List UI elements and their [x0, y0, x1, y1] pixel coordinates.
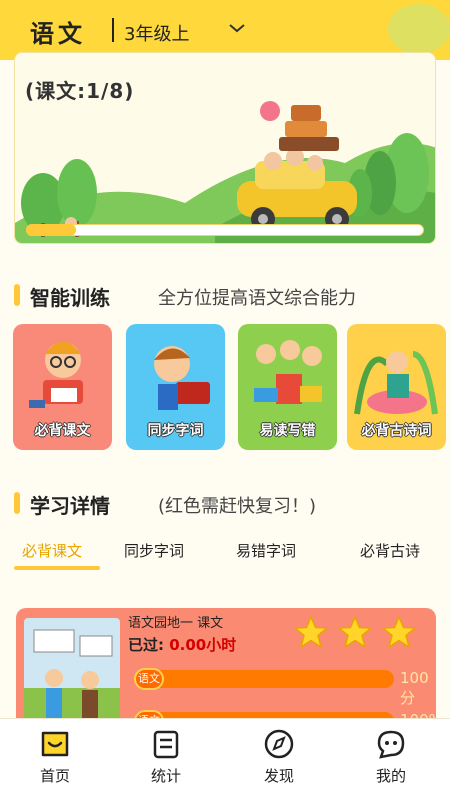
home-icon — [41, 731, 69, 757]
compass-icon — [264, 729, 294, 759]
nav-label: 统计 — [150, 767, 181, 785]
lesson-name: 语文园地一 课文 — [128, 616, 224, 631]
active-tab-indicator — [14, 566, 100, 570]
card-label: 必背古诗词 — [361, 423, 432, 439]
kids-reading-icon — [254, 340, 322, 404]
nav-label: 发现 — [263, 767, 294, 785]
score-bar-fill — [134, 670, 394, 688]
tab-recite-text[interactable]: 必背课文 — [22, 540, 82, 561]
lesson-progress-text: (课文:1/8) — [25, 79, 135, 103]
section-marker — [14, 492, 20, 514]
subject-badge: 语文 — [134, 668, 164, 690]
nav-home[interactable]: 首页 — [20, 729, 90, 786]
tab-sync-words[interactable]: 同步字词 — [124, 540, 184, 561]
card-recite-text[interactable]: 必背课文 — [13, 324, 112, 450]
nav-profile[interactable]: 我的 — [356, 729, 426, 786]
nav-stats[interactable]: 统计 — [131, 729, 201, 786]
passed-hours: 0.00小时 — [169, 636, 237, 654]
card-label: 易读写错 — [259, 423, 316, 439]
nav-label: 首页 — [39, 767, 70, 785]
passed-time: 已过: 0.00小时 — [128, 634, 236, 655]
floating-dot[interactable] — [388, 4, 450, 54]
banner-progress-track — [26, 224, 424, 236]
card-label: 同步字词 — [147, 423, 204, 439]
card-label: 必背课文 — [34, 423, 91, 439]
card-sync-words[interactable]: 同步字词 — [126, 324, 225, 450]
title-divider — [112, 18, 114, 42]
boy-book-icon — [154, 346, 210, 410]
lesson-banner[interactable]: (课文:1/8) — [14, 52, 436, 244]
star-icon — [382, 616, 416, 648]
score-value: 100分 — [400, 669, 429, 707]
star-icon — [294, 616, 328, 648]
details-title: 学习详情 — [30, 494, 110, 518]
card-ancient-poems[interactable]: 必背古诗词 — [347, 324, 446, 450]
subject-title: 语文 — [30, 20, 86, 48]
tab-ancient-poems[interactable]: 必背古诗 — [360, 540, 420, 561]
profile-icon — [377, 730, 405, 759]
bottom-nav: 首页 统计 发现 我的 — [0, 718, 450, 800]
star-icon — [338, 616, 372, 648]
chevron-down-icon[interactable] — [228, 22, 246, 34]
card-error-prone[interactable]: 易读写错 — [238, 324, 337, 450]
training-subtitle: 全方位提高语文综合能力 — [158, 288, 356, 309]
girl-reading-icon — [354, 351, 438, 415]
passed-label: 已过: — [128, 636, 164, 654]
reading-boy-icon — [29, 341, 83, 408]
details-subtitle: (红色需赶快复习！) — [158, 496, 317, 517]
stats-icon — [153, 730, 179, 759]
tab-error-words[interactable]: 易错字词 — [236, 540, 296, 561]
section-marker — [14, 284, 20, 306]
grade-selector[interactable]: 3年级上 — [124, 20, 189, 46]
nav-discover[interactable]: 发现 — [244, 729, 314, 786]
training-title: 智能训练 — [30, 286, 110, 310]
banner-progress-fill — [26, 224, 76, 236]
nav-label: 我的 — [375, 767, 406, 785]
